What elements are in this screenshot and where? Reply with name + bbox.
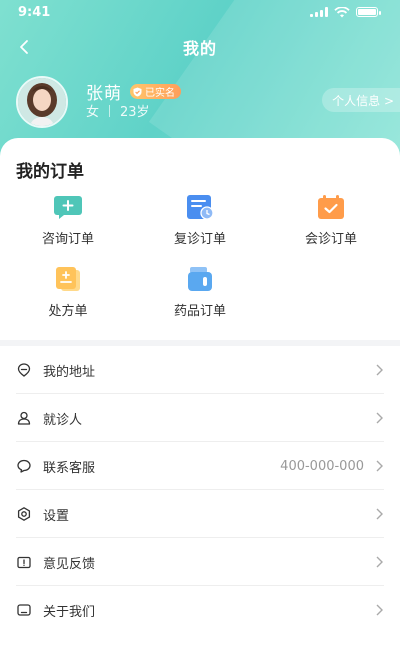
order-item-consult[interactable]: 咨询订单	[18, 194, 118, 247]
avatar[interactable]	[16, 76, 68, 128]
prescription-icon	[56, 267, 80, 291]
signal-icon	[310, 7, 328, 17]
menu-item-patient[interactable]: 就诊人	[0, 394, 400, 442]
revisit-order-icon	[187, 195, 214, 220]
consultation-order-icon	[318, 195, 344, 219]
chevron-right-icon	[376, 412, 383, 424]
page-title: 我的	[182, 39, 217, 58]
user-age: 23岁	[120, 105, 150, 120]
medicine-order-icon	[188, 267, 212, 291]
nav-bar: 我的	[0, 32, 400, 62]
back-button[interactable]	[12, 35, 36, 59]
wifi-icon	[334, 6, 350, 17]
menu-item-about[interactable]: 关于我们	[0, 586, 400, 634]
chevron-right-icon	[376, 364, 383, 376]
feedback-icon	[17, 556, 31, 569]
battery-icon	[356, 7, 381, 17]
about-icon	[17, 604, 31, 616]
avatar-image	[18, 78, 66, 126]
chevron-right-icon	[376, 460, 383, 472]
back-arrow-icon	[20, 40, 28, 54]
status-time: 9:41	[18, 4, 51, 20]
chevron-right-icon	[376, 556, 383, 568]
orders-title: 我的订单	[16, 162, 84, 182]
settings-icon	[17, 507, 31, 521]
verified-badge: 已实名	[130, 84, 181, 99]
profile-section: 张萌 已实名 女 23岁 个人信息 >	[16, 76, 400, 128]
chat-icon	[17, 459, 31, 473]
orders-card: 我的订单 咨询订单 复诊订单 会诊订单 处方单 药品订单	[0, 138, 400, 340]
person-icon	[17, 411, 31, 425]
order-item-prescription[interactable]: 处方单	[18, 266, 118, 319]
menu-item-settings[interactable]: 设置	[0, 490, 400, 538]
consult-order-icon	[54, 196, 82, 219]
menu-list: 我的地址 就诊人 联系客服 400-000-000 设置 意见反馈 关于我们	[0, 346, 400, 660]
location-icon	[17, 363, 31, 377]
menu-item-feedback[interactable]: 意见反馈	[0, 538, 400, 586]
chevron-right-icon	[376, 604, 383, 616]
order-item-revisit[interactable]: 复诊订单	[150, 194, 250, 247]
menu-item-address[interactable]: 我的地址	[0, 346, 400, 394]
chevron-right-icon	[376, 508, 383, 520]
menu-item-customer-service[interactable]: 联系客服 400-000-000	[0, 442, 400, 490]
personal-info-button[interactable]: 个人信息 >	[322, 88, 400, 112]
user-gender: 女	[86, 105, 100, 120]
status-bar: 9:41	[0, 0, 400, 24]
divider	[109, 104, 111, 117]
order-item-consultation[interactable]: 会诊订单	[281, 194, 381, 247]
order-item-medicine[interactable]: 药品订单	[150, 266, 250, 319]
customer-service-phone: 400-000-000	[280, 458, 364, 474]
shield-check-icon	[133, 87, 142, 96]
